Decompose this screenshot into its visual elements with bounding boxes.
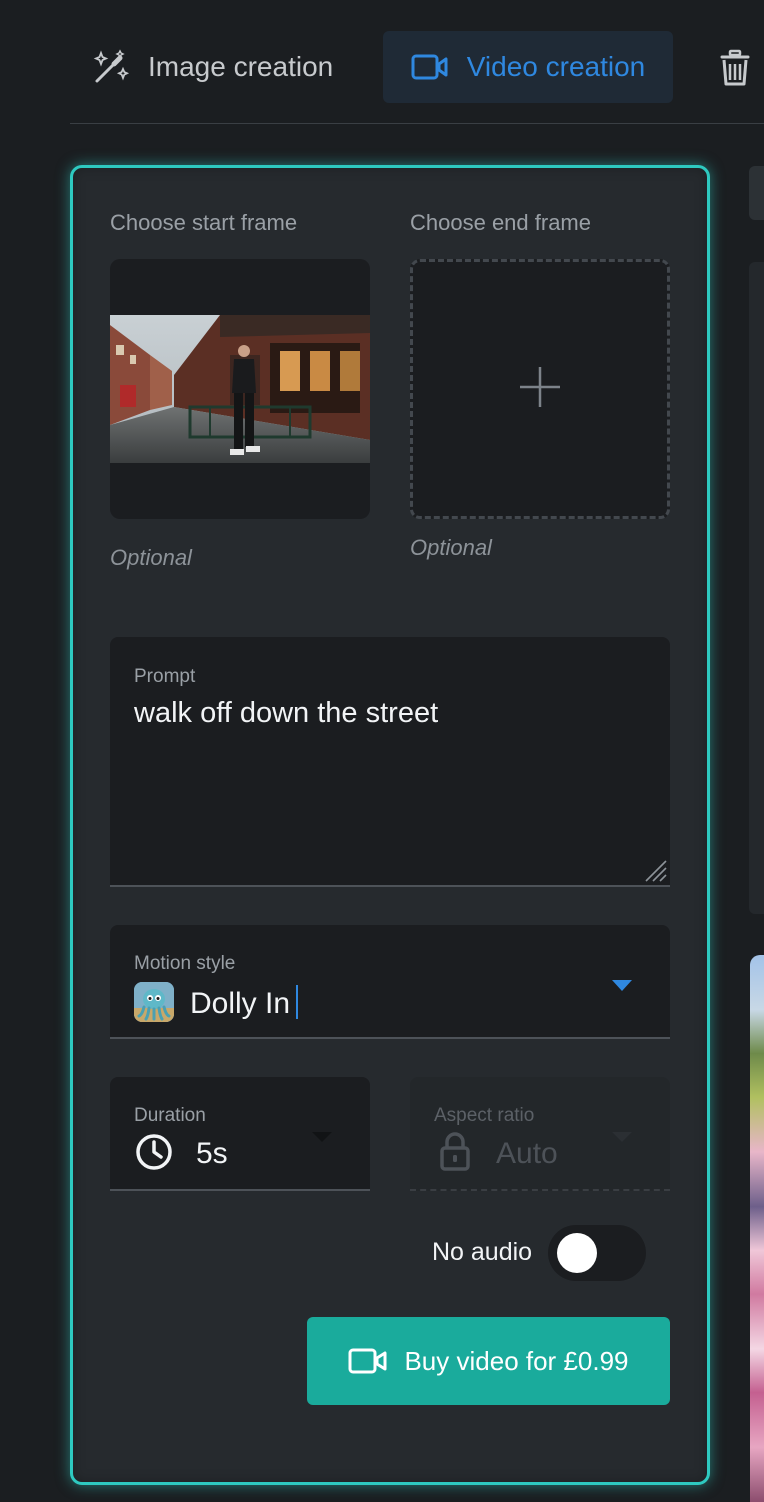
motion-style-value-wrap: Dolly In bbox=[190, 985, 299, 1021]
buy-video-button[interactable]: Buy video for £0.99 bbox=[307, 1317, 670, 1405]
chevron-down-icon[interactable] bbox=[612, 980, 632, 991]
octopus-avatar-icon bbox=[134, 982, 174, 1022]
text-caret bbox=[296, 985, 299, 1019]
clock-icon bbox=[134, 1132, 174, 1177]
duration-value: 5s bbox=[196, 1137, 228, 1170]
duration-select[interactable]: Duration 5s bbox=[110, 1077, 370, 1191]
chevron-down-icon bbox=[612, 1132, 632, 1142]
tab-video-label: Video creation bbox=[466, 51, 646, 82]
resize-handle-icon[interactable] bbox=[642, 857, 668, 883]
aspect-ratio-select: Aspect ratio Auto bbox=[410, 1077, 670, 1191]
prompt-value: walk off down the street bbox=[134, 697, 439, 729]
end-frame-picker[interactable] bbox=[410, 259, 670, 519]
gallery-image-edge[interactable] bbox=[750, 955, 764, 1502]
buy-video-label: Buy video for £0.99 bbox=[404, 1345, 629, 1376]
creation-tabs: Image creation Video creation bbox=[70, 0, 764, 124]
end-frame-label: Choose end frame bbox=[410, 210, 591, 235]
end-frame-optional-note: Optional bbox=[410, 535, 492, 560]
lock-icon bbox=[440, 1131, 470, 1176]
side-panel bbox=[749, 262, 764, 914]
tab-image-creation[interactable]: Image creation bbox=[92, 31, 372, 103]
motion-style-select[interactable]: Motion style Dolly In bbox=[110, 925, 670, 1039]
start-frame-label: Choose start frame bbox=[110, 210, 298, 235]
toggle-knob bbox=[557, 1233, 597, 1273]
audio-toggle[interactable] bbox=[548, 1225, 646, 1281]
motion-style-label: Motion style bbox=[134, 953, 236, 974]
start-frame-optional-note: Optional bbox=[110, 545, 192, 570]
chevron-down-icon[interactable] bbox=[312, 1132, 332, 1142]
tab-video-creation[interactable]: Video creation bbox=[383, 31, 673, 103]
start-frame-image bbox=[110, 315, 370, 463]
aspect-ratio-value: Auto bbox=[496, 1137, 558, 1170]
side-panel-tab bbox=[749, 166, 764, 220]
aspect-ratio-label: Aspect ratio bbox=[434, 1105, 535, 1126]
prompt-textarea[interactable]: Prompt walk off down the street bbox=[110, 637, 670, 887]
magic-wand-icon bbox=[92, 49, 130, 85]
tab-image-label: Image creation bbox=[148, 51, 334, 82]
prompt-label: Prompt bbox=[134, 666, 196, 687]
video-camera-icon bbox=[411, 53, 449, 81]
plus-icon bbox=[518, 365, 562, 414]
start-frame-picker[interactable] bbox=[110, 259, 370, 519]
trash-icon[interactable] bbox=[720, 48, 750, 88]
audio-toggle-label: No audio bbox=[432, 1238, 533, 1266]
motion-style-value: Dolly In bbox=[190, 987, 291, 1020]
duration-label: Duration bbox=[134, 1105, 206, 1126]
video-camera-icon bbox=[348, 1347, 388, 1375]
